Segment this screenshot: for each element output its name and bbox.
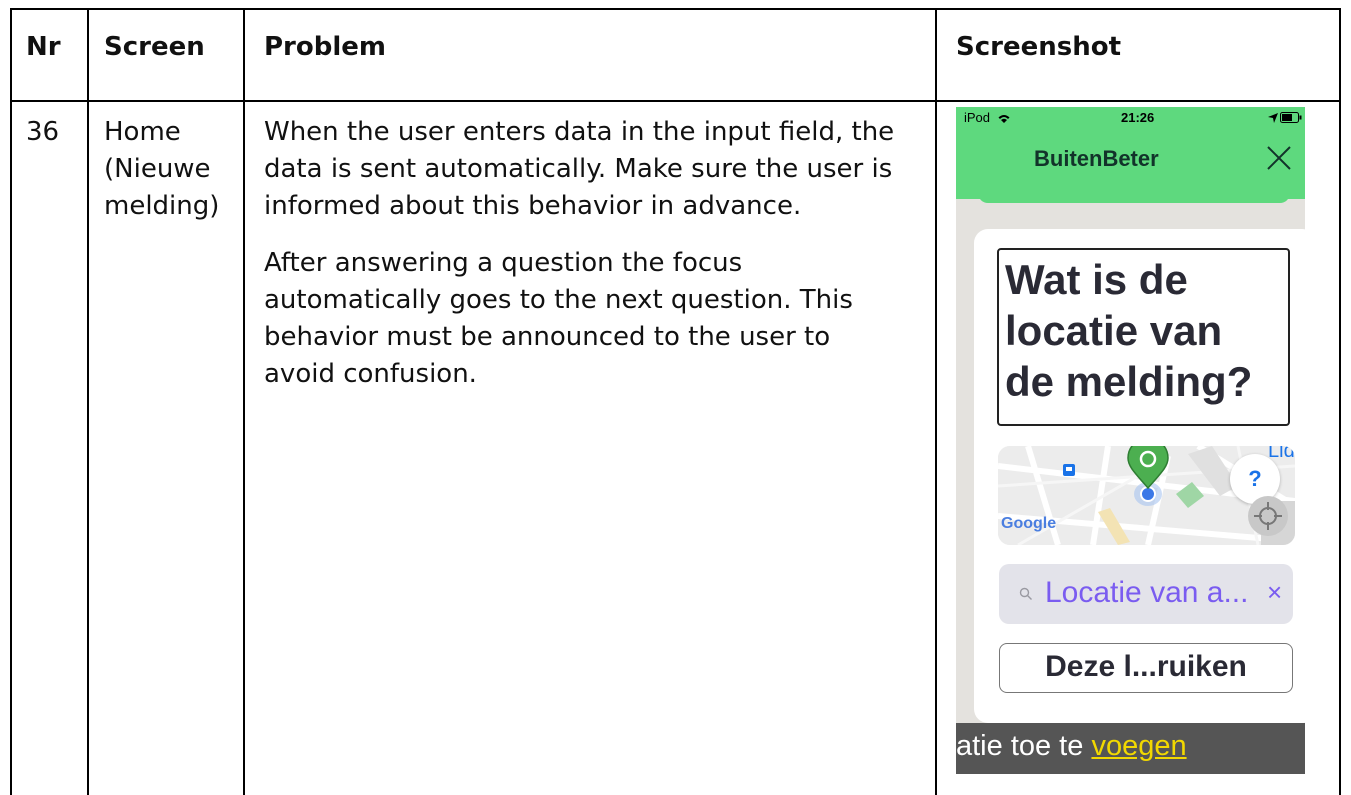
crosshair-icon[interactable] (1248, 496, 1288, 536)
search-value: Locatie van a... (1045, 576, 1249, 609)
table-col-border (243, 8, 245, 795)
location-pin-icon (1127, 446, 1169, 506)
screen-line: Home (104, 117, 181, 147)
location-search-input[interactable]: Locatie van a... × (999, 564, 1293, 624)
table-top-border (10, 8, 1341, 10)
problem-paragraph: After answering a question the focus aut… (264, 248, 853, 389)
search-icon (1019, 587, 1032, 600)
transit-icon (1063, 464, 1075, 476)
google-logo: Google (1001, 515, 1057, 532)
header-screen: Screen (104, 32, 205, 62)
question-heading: Wat is de locatie van de melding? (997, 248, 1290, 426)
table-col-border (87, 8, 89, 795)
row-nr: 36 (26, 117, 60, 147)
close-icon[interactable] (1264, 143, 1294, 173)
battery-icon (1280, 112, 1302, 123)
caption-text: atie toe te (956, 730, 1092, 762)
voiceover-caption: atie toe te voegen (956, 723, 1305, 774)
help-icon: ? (1248, 466, 1262, 491)
app-title: BuitenBeter (1034, 146, 1159, 171)
wifi-icon (998, 115, 1010, 123)
row-problem: When the user enters data in the input f… (264, 114, 904, 393)
row-screen: Home (Nieuwe melding) (104, 114, 219, 225)
caption-link[interactable]: voegen (1091, 730, 1186, 762)
header-screenshot: Screenshot (956, 32, 1122, 62)
header-nr: Nr (26, 32, 61, 62)
table-col-border (10, 8, 12, 795)
status-carrier: iPod (964, 110, 991, 125)
location-arrow-icon (1268, 113, 1278, 123)
screenshot-image: iPod 21:26 BuitenBeter Wat is de locatie… (956, 107, 1305, 774)
clear-icon[interactable]: × (1267, 577, 1282, 608)
screen-line: melding) (104, 191, 220, 221)
table-col-border (1339, 8, 1341, 795)
app-bar-tab (978, 193, 1290, 203)
map-view[interactable]: Lidl ? Google (998, 446, 1295, 545)
table-col-border (935, 8, 937, 795)
use-location-button[interactable]: Deze l...ruiken (999, 643, 1293, 693)
problem-paragraph: When the user enters data in the input f… (264, 117, 895, 221)
table-header-divider (10, 100, 1341, 102)
screen-line: (Nieuwe (104, 154, 211, 184)
status-time: 21:26 (1121, 110, 1155, 125)
header-problem: Problem (264, 32, 386, 62)
